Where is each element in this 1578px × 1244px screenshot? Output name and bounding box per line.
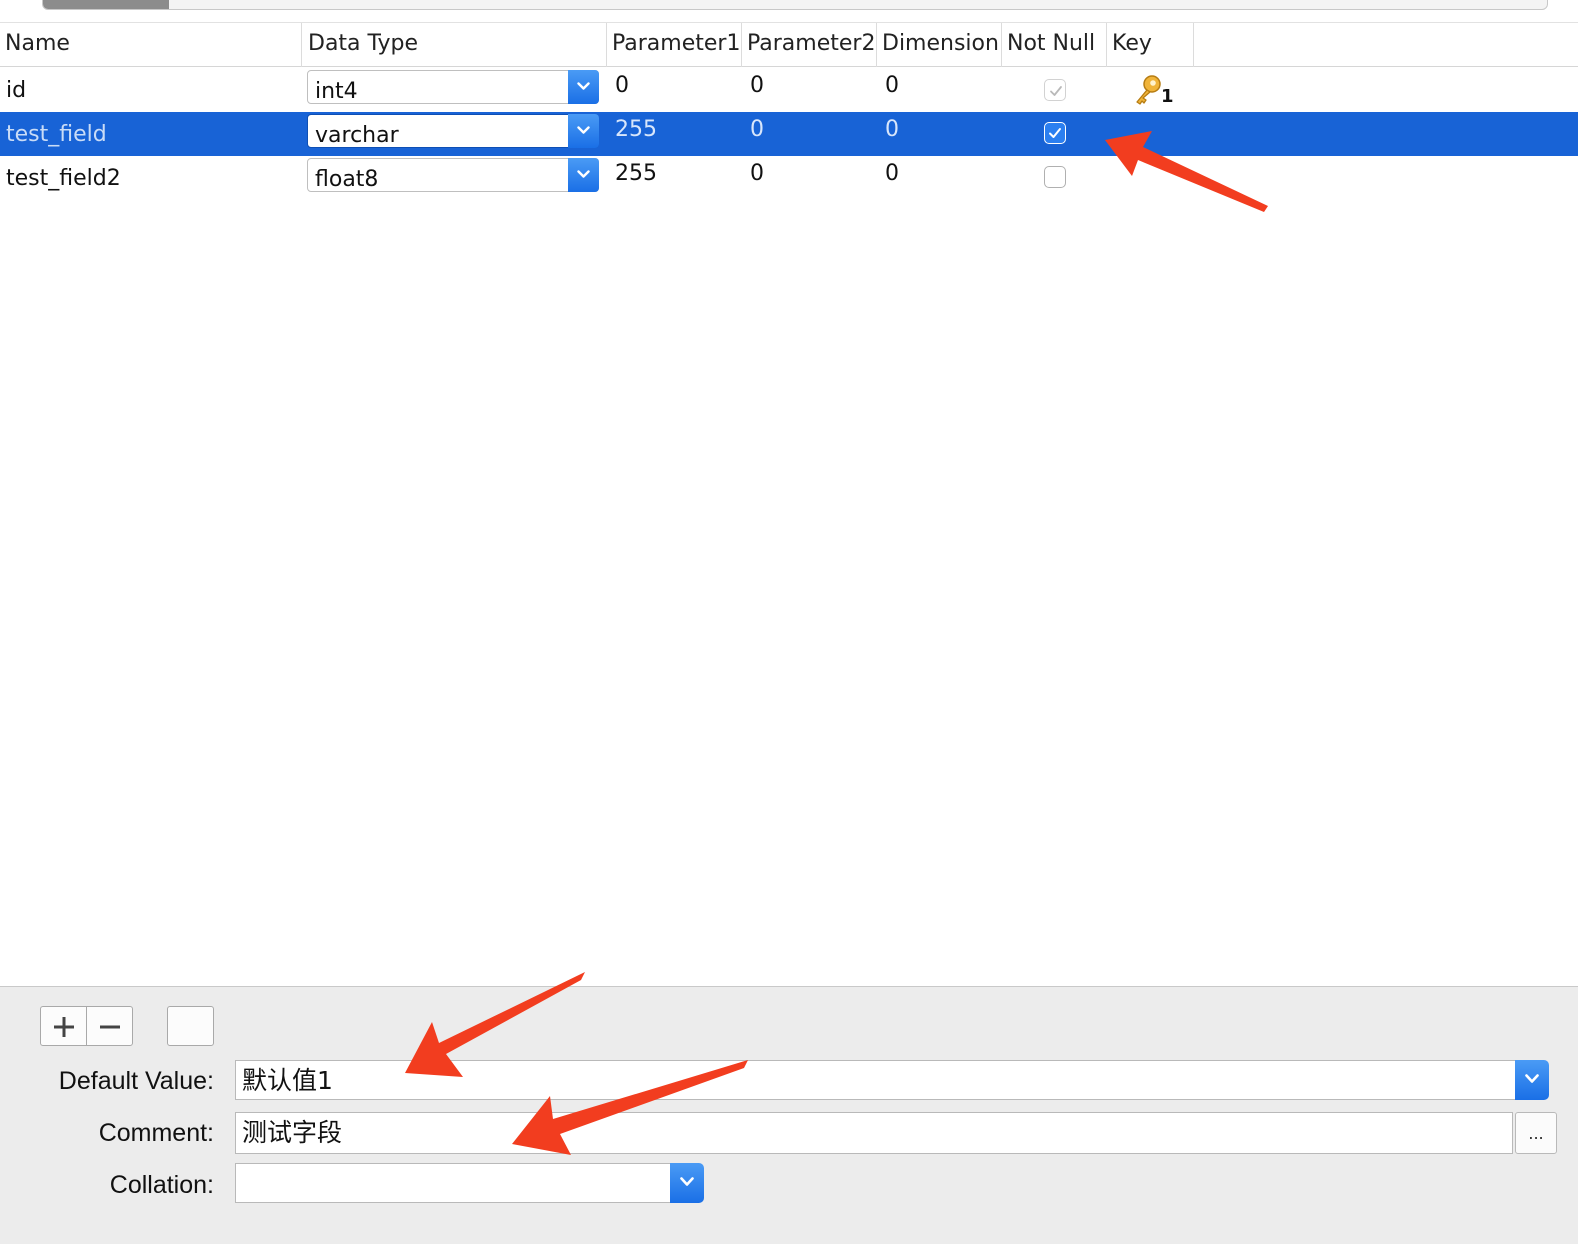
dimension-value[interactable]: 0 — [885, 156, 899, 200]
comment-field[interactable]: 测试字段 — [235, 1112, 1513, 1154]
remove-field-button[interactable] — [86, 1006, 133, 1046]
column-header-not-null[interactable]: Not Null — [1002, 23, 1107, 67]
parameter1-value[interactable]: 0 — [615, 68, 629, 112]
field-properties-panel: Default Value: 默认值1 Comment: 测试字段 ... Co… — [0, 986, 1578, 1244]
parameter2-value[interactable]: 0 — [750, 156, 764, 200]
field-name[interactable]: test_field — [6, 112, 107, 156]
dimension-value[interactable]: 0 — [885, 112, 899, 156]
checkmark-icon — [1050, 86, 1062, 96]
checkmark-icon — [1049, 128, 1061, 138]
collation-dropdown[interactable] — [670, 1163, 704, 1203]
tab-bar — [42, 0, 1548, 10]
parameter2-value[interactable]: 0 — [750, 112, 764, 156]
data-type-select[interactable]: float8 — [307, 158, 599, 192]
key-order: 1 — [1161, 86, 1174, 107]
table-row[interactable]: id int4 0 0 0 1 — [0, 68, 1578, 112]
default-value-label: Default Value: — [58, 1067, 214, 1095]
column-header-name[interactable]: Name — [0, 23, 302, 67]
table-header: Name Data Type Parameter1 Parameter2 Dim… — [0, 23, 1578, 67]
column-header-dimension[interactable]: Dimension — [877, 23, 1002, 67]
option-button[interactable] — [167, 1006, 214, 1046]
default-value-dropdown[interactable] — [1515, 1060, 1549, 1100]
minus-icon — [100, 1025, 120, 1029]
column-header-parameter2[interactable]: Parameter2 — [742, 23, 877, 67]
not-null-checkbox[interactable] — [1044, 122, 1066, 144]
tab-fields[interactable] — [43, 0, 169, 9]
parameter1-value[interactable]: 255 — [615, 156, 657, 200]
data-type-select[interactable]: varchar — [307, 114, 599, 148]
column-header-parameter1[interactable]: Parameter1 — [607, 23, 742, 67]
not-null-checkbox[interactable] — [1044, 166, 1066, 188]
chevron-down-icon[interactable] — [568, 114, 599, 148]
add-field-button[interactable] — [40, 1006, 87, 1046]
parameter2-value[interactable]: 0 — [750, 68, 764, 112]
default-value-field[interactable]: 默认值1 — [235, 1060, 1517, 1100]
table-row-selected[interactable]: test_field varchar 255 0 0 — [0, 112, 1578, 156]
column-header-key[interactable]: Key — [1107, 23, 1194, 67]
chevron-down-icon — [1525, 1074, 1539, 1083]
not-null-checkbox[interactable] — [1044, 79, 1066, 101]
data-type-value: float8 — [315, 167, 379, 192]
data-type-select[interactable]: int4 — [307, 70, 599, 104]
comment-more-button[interactable]: ... — [1515, 1112, 1557, 1154]
plus-icon — [54, 1017, 74, 1037]
collation-label: Collation: — [109, 1171, 214, 1199]
dimension-value[interactable]: 0 — [885, 68, 899, 112]
comment-label: Comment: — [98, 1119, 214, 1147]
column-header-data-type[interactable]: Data Type — [302, 23, 607, 67]
chevron-down-icon — [680, 1177, 694, 1186]
collation-select[interactable] — [235, 1163, 672, 1203]
table-row[interactable]: test_field2 float8 255 0 0 — [0, 156, 1578, 200]
primary-key-icon: 1 — [1134, 74, 1174, 112]
field-name[interactable]: test_field2 — [6, 156, 121, 200]
chevron-down-icon[interactable] — [568, 158, 599, 192]
chevron-down-icon[interactable] — [568, 70, 599, 104]
parameter1-value[interactable]: 255 — [615, 112, 657, 156]
field-name[interactable]: id — [6, 68, 26, 112]
data-type-value: varchar — [315, 123, 399, 148]
data-type-value: int4 — [315, 79, 358, 104]
